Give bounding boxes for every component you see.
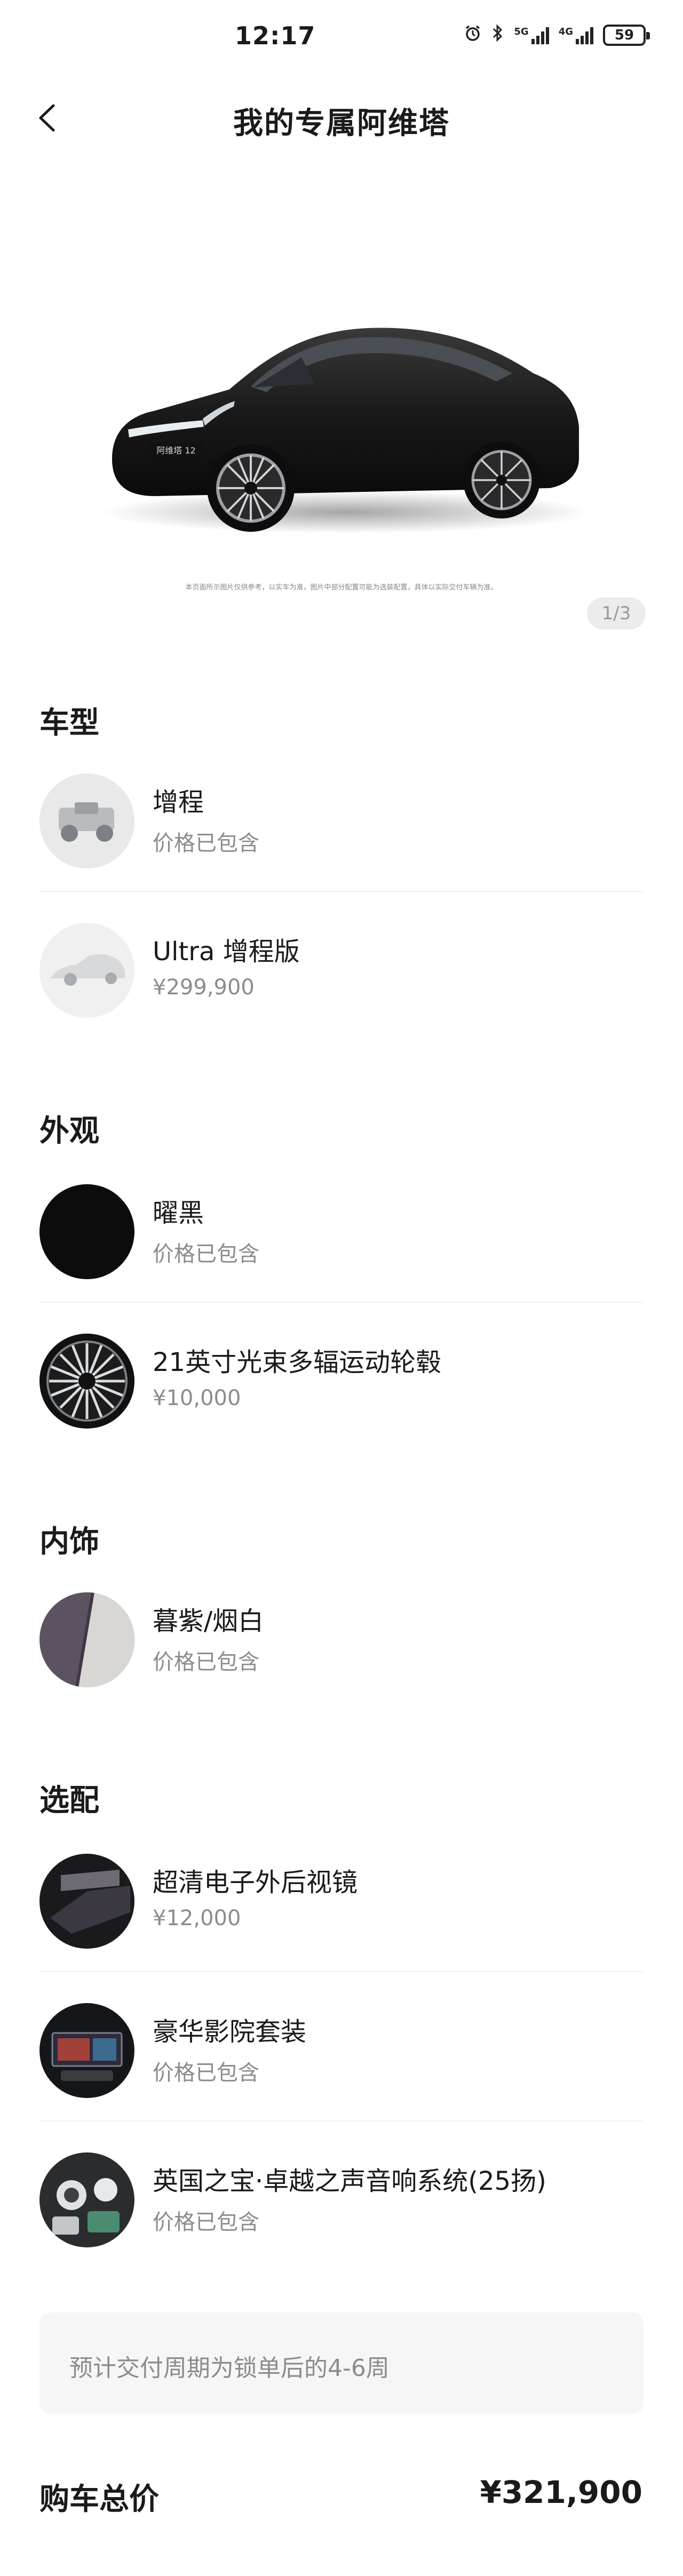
page-title: 我的专属阿维塔: [233, 106, 450, 141]
delivery-notice-text: 预计交付周期为锁单后的4-6周: [69, 2355, 390, 2382]
status-bar: 12:17 5G 4G 59: [0, 0, 683, 80]
alarm-icon: [464, 24, 482, 46]
nav-header: 我的专属阿维塔: [0, 80, 683, 155]
total-price-row: 购车总价 ¥321,900: [39, 2465, 642, 2518]
section-title-model: 车型: [39, 706, 99, 740]
section-title-exterior: 外观: [39, 1114, 99, 1149]
divider: [39, 1971, 642, 1972]
option-name: 曜黑: [153, 1198, 204, 1228]
signal-4g-icon: 4G: [559, 26, 593, 44]
divider: [39, 891, 642, 892]
option-name: 暮紫/烟白: [153, 1606, 264, 1636]
option-thumbnail: [39, 773, 134, 868]
option-thumbnail: [39, 2152, 134, 2247]
option-name: 豪华影院套装: [153, 2017, 307, 2047]
option-name: 21英寸光束多辐运动轮毂: [153, 1347, 442, 1377]
option-thumbnail: [39, 2003, 134, 2098]
car-gallery[interactable]: 阿维塔 12 本页面所示图片仅供参考，以实车为准，图片中部分配置可能为选装配置，…: [0, 160, 683, 640]
option-thumbnail: [39, 1334, 134, 1429]
option-price: ¥299,900: [153, 975, 255, 1000]
battery-icon: 59: [603, 24, 650, 46]
total-price-value: ¥321,900: [480, 2474, 642, 2510]
car-image: 阿维塔 12: [101, 328, 592, 533]
option-item[interactable]: Ultra 增程版 ¥299,900: [39, 918, 642, 1024]
option-price: 价格已包含: [153, 2061, 259, 2085]
option-price: ¥10,000: [153, 1386, 241, 1410]
option-item[interactable]: 英国之宝·卓越之声音响系统(25扬) 价格已包含: [39, 2147, 642, 2254]
status-icons: 5G 4G 59: [464, 23, 650, 46]
section-title-options: 选配: [39, 1783, 99, 1818]
option-price: 价格已包含: [153, 831, 259, 856]
option-item[interactable]: 增程 价格已包含: [39, 768, 642, 875]
option-name: 英国之宝·卓越之声音响系统(25扬): [153, 2166, 546, 2196]
option-thumbnail: [39, 1854, 134, 1949]
option-item[interactable]: 21英寸光束多辐运动轮毂 ¥10,000: [39, 1328, 642, 1435]
divider: [39, 1302, 642, 1303]
option-price: ¥12,000: [153, 1906, 241, 1931]
option-name: 超清电子外后视镜: [153, 1868, 358, 1897]
gallery-pager: 1/3: [587, 597, 646, 629]
option-thumbnail: [39, 1184, 134, 1279]
option-price: 价格已包含: [153, 1242, 259, 1266]
option-item[interactable]: 超清电子外后视镜 ¥12,000: [39, 1848, 642, 1955]
status-time: 12:17: [235, 21, 316, 50]
option-item[interactable]: 暮紫/烟白 价格已包含: [39, 1587, 642, 1694]
option-thumbnail: [39, 923, 134, 1018]
option-name: Ultra 增程版: [153, 937, 300, 967]
option-price: 价格已包含: [153, 1650, 259, 1674]
car-badge-text: 阿维塔 12: [156, 445, 195, 456]
option-name: 增程: [153, 787, 204, 817]
section-title-interior: 内饰: [39, 1525, 99, 1559]
delivery-notice: 预计交付周期为锁单后的4-6周: [39, 2312, 644, 2414]
gallery-disclaimer: 本页面所示图片仅供参考，以实车为准，图片中部分配置可能为选装配置，具体以实际交付…: [185, 584, 498, 592]
signal-5g-icon: 5G: [514, 26, 549, 44]
option-thumbnail: [39, 1592, 134, 1687]
bluetooth-icon: [491, 23, 504, 46]
divider: [39, 2120, 642, 2122]
option-item[interactable]: 豪华影院套装 价格已包含: [39, 1998, 642, 2104]
option-price: 价格已包含: [153, 2210, 259, 2235]
total-price-label: 购车总价: [39, 2482, 159, 2517]
option-item[interactable]: 曜黑 价格已包含: [39, 1179, 642, 1286]
